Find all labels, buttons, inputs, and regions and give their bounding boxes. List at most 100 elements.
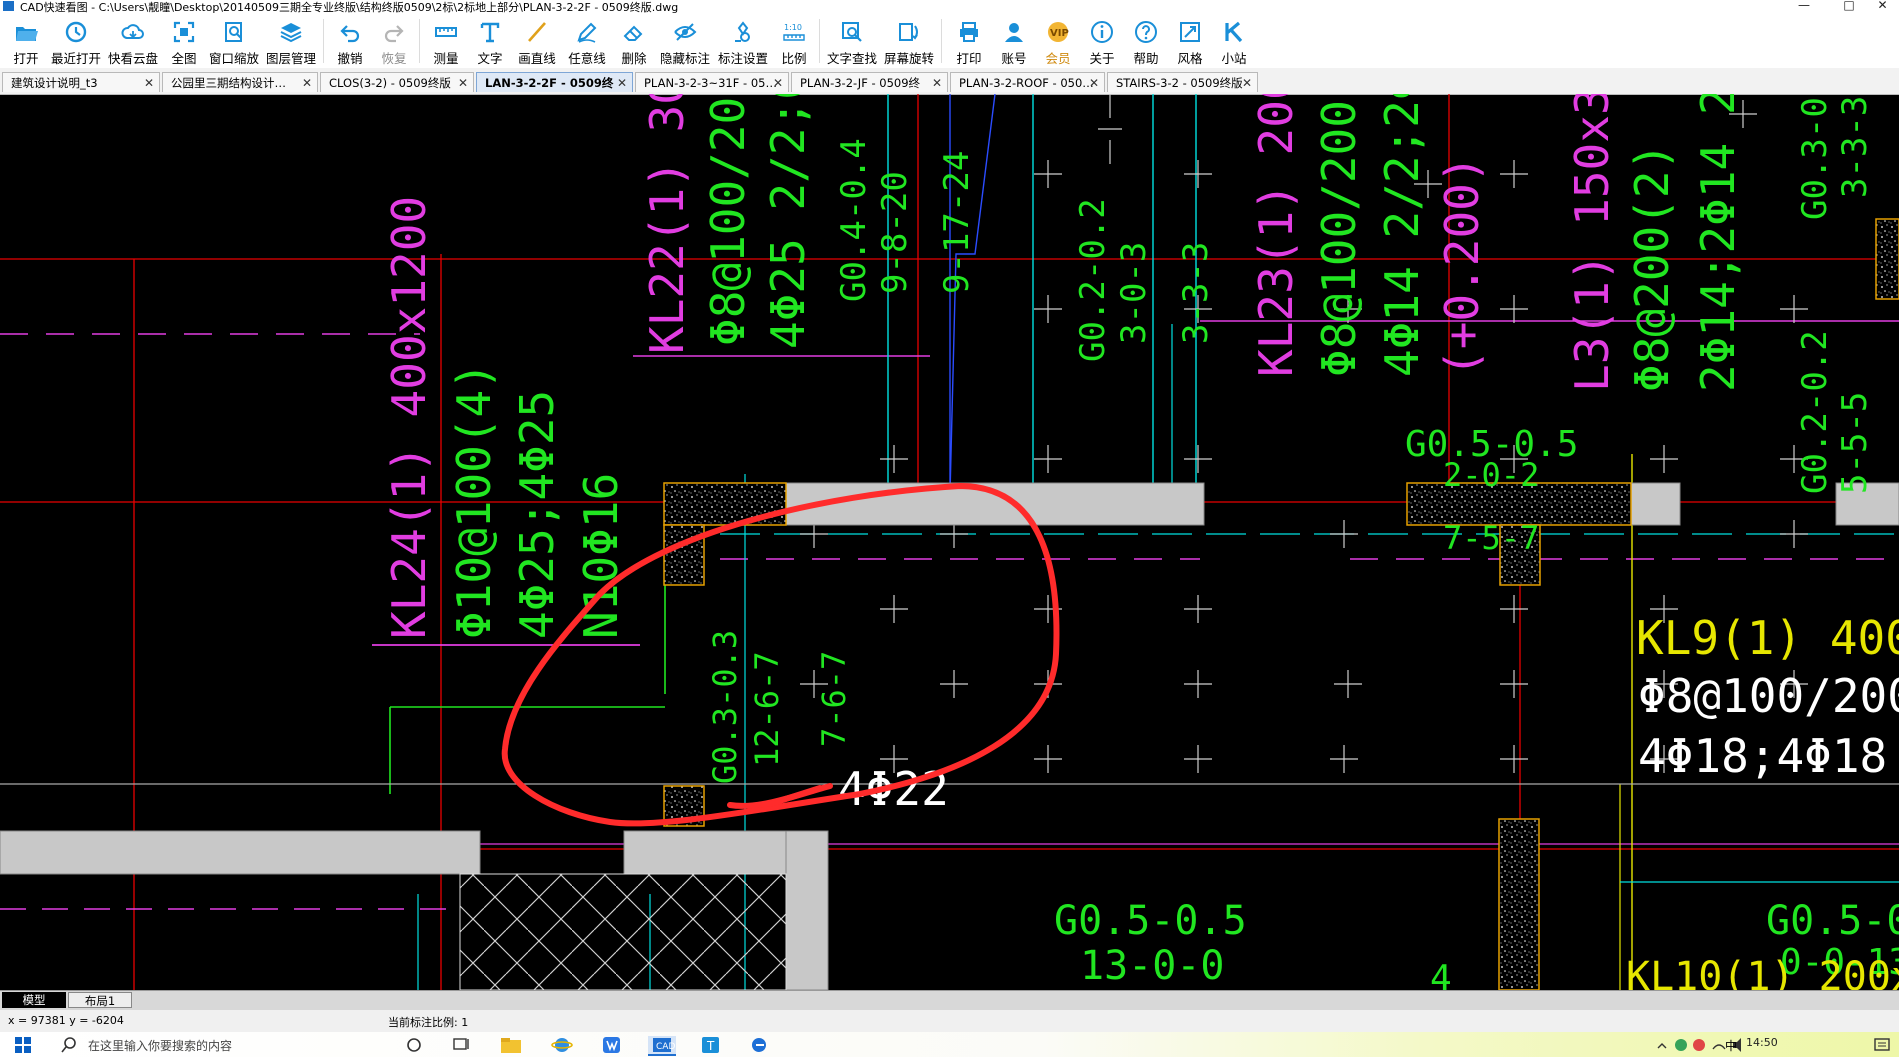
file-explorer-icon[interactable]: [500, 1036, 522, 1054]
close-tab-icon[interactable]: ✕: [458, 73, 468, 92]
recent-button[interactable]: 最近打开: [48, 15, 104, 66]
print-button[interactable]: 打印: [946, 15, 992, 66]
windowzoom-label: 窗口缩放: [208, 51, 259, 66]
about-label: 关于: [1089, 51, 1115, 66]
taskbar-clock[interactable]: 14:50: [1746, 1036, 1778, 1049]
account-button[interactable]: 账号: [992, 15, 1036, 66]
hidemark-button[interactable]: 隐藏标注: [656, 15, 714, 66]
kl23-stirrup: Φ8@100/200(2): [1312, 94, 1366, 377]
document-tab-5[interactable]: PLAN-3-2-3~31F - 05… ✕: [635, 72, 789, 92]
layers-button[interactable]: 图层管理: [262, 15, 320, 66]
open-button[interactable]: 打开: [4, 15, 48, 66]
ie-browser-icon[interactable]: [551, 1036, 573, 1054]
kl23-offset: (+0.200): [1435, 155, 1489, 377]
line-button[interactable]: 画直线: [512, 15, 562, 66]
layout-tab-model[interactable]: 模型: [2, 992, 66, 1008]
recent-label: 最近打开: [50, 51, 101, 66]
g02-right-b: 5-5-5: [1835, 392, 1875, 494]
g03-mid-c: 7-6-7: [815, 651, 853, 747]
wps-icon[interactable]: [601, 1036, 623, 1054]
zoom-window-icon: [225, 22, 242, 42]
document-tab-4[interactable]: LAN-3-2-2F - 0509终 ✕: [476, 72, 633, 92]
close-tab-icon[interactable]: ✕: [144, 73, 154, 92]
close-tab-icon[interactable]: ✕: [302, 73, 312, 92]
cloud-label: 快看云盘: [107, 51, 158, 66]
kl24-rebar: 4Φ25;4Φ25: [510, 390, 564, 639]
kl24-title: KL24(1) 400x1200: [382, 196, 436, 639]
cloud-icon: [121, 24, 144, 39]
document-tab-3[interactable]: CLOS(3-2) - 0509终版 ✕: [320, 72, 474, 92]
text-app-icon[interactable]: T: [700, 1036, 722, 1054]
taskbar-search-input[interactable]: 在这里输入你要搜索的内容: [88, 1037, 232, 1054]
document-tab-1[interactable]: 建筑设计说明_t3 ✕: [2, 72, 160, 92]
g02-right-a: G0.2-0.2: [1795, 330, 1835, 494]
notification-icon[interactable]: [1872, 1036, 1892, 1054]
marksettings-button[interactable]: 标注设置: [714, 15, 772, 66]
document-tab-label: CLOS(3-2) - 0509终版: [329, 76, 451, 90]
site-button[interactable]: 小站: [1212, 15, 1256, 66]
cad-drawing: KL24(1) 400x1200 Φ10@100(4) 4Φ25;4Φ25 N1…: [0, 0, 1899, 1000]
document-tab-7[interactable]: PLAN-3-2-ROOF - 050… ✕: [950, 72, 1105, 92]
freeline-button[interactable]: 任意线: [562, 15, 612, 66]
info-icon: [1091, 21, 1113, 43]
ime-indicator[interactable]: 中: [1725, 1037, 1737, 1054]
g03-mid-b: 12-6-7: [748, 651, 786, 767]
close-tab-icon[interactable]: ✕: [773, 73, 783, 92]
fullview-icon: [173, 21, 195, 43]
hidemark-label: 隐藏标注: [659, 51, 710, 66]
task-view-icon[interactable]: [452, 1036, 472, 1054]
pencil-icon: [577, 22, 597, 43]
measure-button[interactable]: 测量: [424, 15, 468, 66]
close-window-button[interactable]: ✕: [1866, 0, 1899, 12]
delete-button[interactable]: 删除: [612, 15, 656, 66]
document-tab-8[interactable]: STAIRS-3-2 - 0509终版 ✕: [1107, 72, 1258, 92]
windowzoom-button[interactable]: 窗口缩放: [206, 15, 262, 66]
delete-label: 删除: [621, 51, 647, 66]
scale-button[interactable]: 1:10 比例: [772, 15, 816, 66]
undo-button[interactable]: 撤销: [328, 15, 372, 66]
cad-drawing-canvas[interactable]: KL24(1) 400x1200 Φ10@100(4) 4Φ25;4Φ25 N1…: [0, 0, 1899, 1000]
close-tab-icon[interactable]: ✕: [617, 73, 627, 92]
stair-hatch: [459, 873, 787, 991]
vip-button[interactable]: VIP 会员: [1036, 15, 1080, 66]
edge-browser-icon[interactable]: [748, 1036, 770, 1054]
close-tab-icon[interactable]: ✕: [1089, 73, 1099, 92]
close-tab-icon[interactable]: ✕: [932, 73, 942, 92]
layout-tab-layout1[interactable]: 布局1: [68, 992, 132, 1008]
scale-icon: 1:10: [783, 23, 805, 41]
g05-bottom-a: G0.5-0.5: [1054, 898, 1247, 944]
windows-start-icon[interactable]: [14, 1036, 32, 1054]
rotate-button[interactable]: 屏幕旋转: [880, 15, 938, 66]
text-button[interactable]: 文字: [468, 15, 512, 66]
print-label: 打印: [956, 51, 982, 66]
windows-taskbar: 在这里输入你要搜索的内容 CAD T 中 14:50: [0, 1032, 1899, 1057]
kl22-stirrup: Φ8@100/200(2): [701, 94, 755, 346]
style-button[interactable]: 风格: [1168, 15, 1212, 66]
g04-label-b: 9-8-20: [875, 171, 915, 294]
g05-bottom-b: 13-0-0: [1080, 943, 1225, 989]
svg-text:1:10: 1:10: [784, 23, 802, 32]
clock-icon: [65, 21, 87, 43]
open-label: 打开: [13, 51, 39, 66]
close-tab-icon[interactable]: ✕: [1242, 73, 1252, 92]
cad-viewer-taskbar-icon[interactable]: CAD: [648, 1036, 676, 1056]
cortana-icon[interactable]: [405, 1036, 423, 1054]
redo-button[interactable]: 恢复: [372, 15, 416, 66]
help-button[interactable]: 帮助: [1124, 15, 1168, 66]
text-label: 文字: [477, 51, 503, 66]
rotate-screen-icon: [899, 23, 918, 41]
line-label: 画直线: [518, 51, 556, 66]
textsearch-button[interactable]: 文字查找: [824, 15, 880, 66]
cloud-button[interactable]: 快看云盘: [104, 15, 162, 66]
minimize-button[interactable]: —: [1781, 0, 1827, 12]
fullview-button[interactable]: 全图: [162, 15, 206, 66]
document-tab-label: PLAN-3-2-3~31F - 05…: [644, 76, 777, 90]
layers-label: 图层管理: [265, 51, 316, 66]
redo-icon: [384, 25, 404, 43]
cursor-coordinates: x = 97381 y = -6204: [8, 1014, 124, 1027]
about-button[interactable]: 关于: [1080, 15, 1124, 66]
document-tab-label: PLAN-3-2-JF - 0509终: [800, 76, 921, 90]
document-tab-2[interactable]: 公园里三期结构设计… ✕: [162, 72, 318, 92]
document-tab-6[interactable]: PLAN-3-2-JF - 0509终 ✕: [791, 72, 948, 92]
measure-label: 测量: [433, 51, 459, 66]
